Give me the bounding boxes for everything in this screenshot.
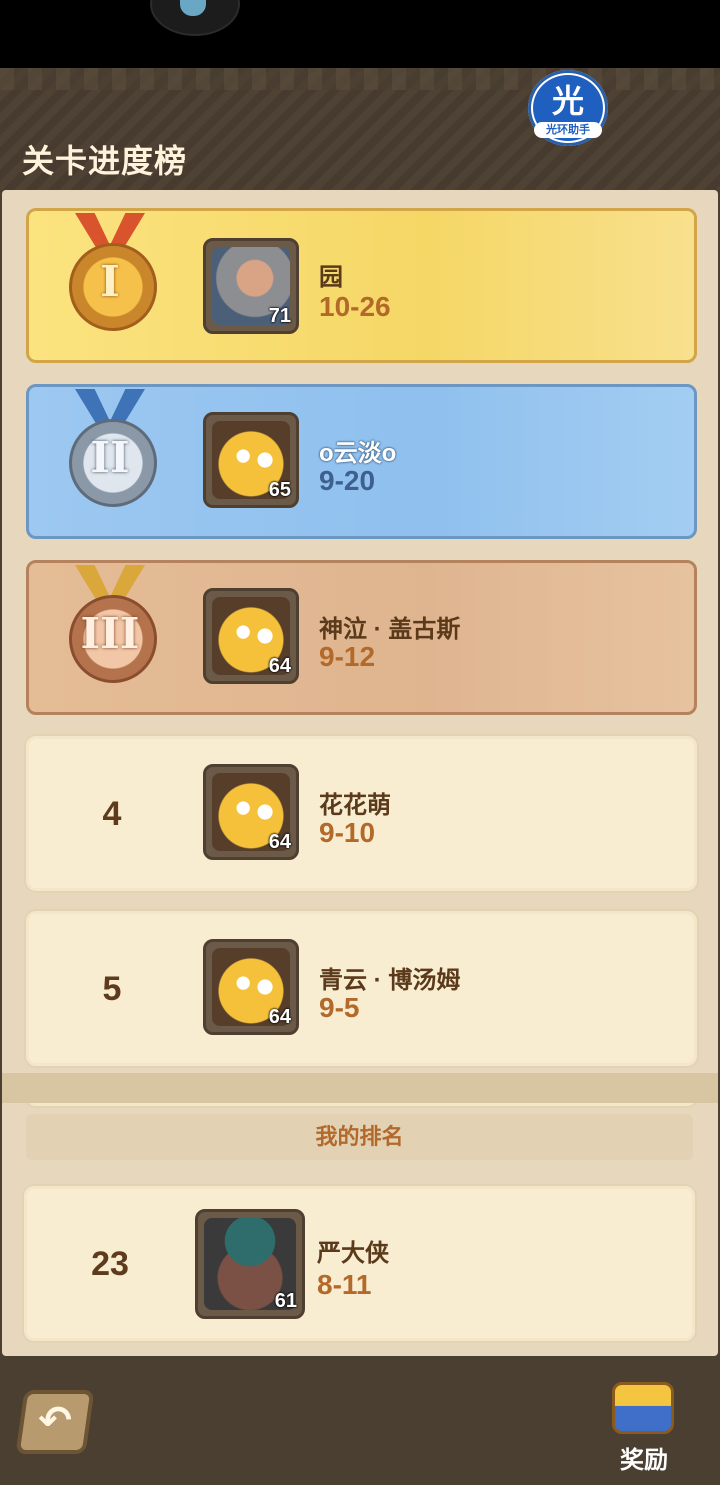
my-avatar[interactable]: 61 bbox=[195, 1209, 305, 1319]
silver-medal-icon: II bbox=[51, 389, 169, 529]
my-rank-header: 我的排名 bbox=[26, 1114, 693, 1160]
player-name: 青云 · 博汤姆 bbox=[319, 967, 461, 994]
player-stage: 9-12 bbox=[319, 641, 376, 672]
gold-medal-icon: I bbox=[51, 213, 169, 353]
leaderboard-row-5[interactable]: 5 64 青云 · 博汤姆 9-5 bbox=[26, 911, 697, 1066]
top-bar bbox=[0, 0, 720, 68]
player-name: 花花萌 bbox=[319, 792, 391, 819]
back-button[interactable]: ↶ bbox=[15, 1390, 95, 1454]
rank-number: 5 bbox=[102, 970, 122, 1008]
player-avatar[interactable]: 64 bbox=[203, 939, 299, 1035]
player-avatar[interactable]: 71 bbox=[203, 238, 299, 334]
player-name: o云淡o bbox=[319, 440, 397, 467]
bronze-medal-icon: III bbox=[51, 565, 169, 705]
page-title: 关卡进度榜 bbox=[22, 143, 188, 179]
my-level: 61 bbox=[274, 1290, 297, 1312]
leaderboard-row-3[interactable]: III 64 神泣 · 盖古斯 9-12 bbox=[26, 560, 697, 715]
bottom-bar: ↶ 奖励 bbox=[0, 1370, 720, 1485]
my-rank-row[interactable]: 23 61 严大侠 8-11 bbox=[24, 1186, 695, 1341]
rank-number: 4 bbox=[102, 795, 122, 833]
section-divider bbox=[2, 1073, 718, 1103]
player-avatar[interactable]: 64 bbox=[203, 764, 299, 860]
player-level: 65 bbox=[268, 479, 291, 501]
back-arrow-icon: ↶ bbox=[38, 1399, 72, 1443]
player-level: 64 bbox=[268, 1006, 291, 1028]
my-rank-number: 23 bbox=[91, 1245, 129, 1283]
player-level: 64 bbox=[268, 655, 291, 677]
player-level: 64 bbox=[268, 831, 291, 853]
leaderboard-row-4[interactable]: 4 64 花花萌 9-10 bbox=[26, 736, 697, 891]
player-avatar[interactable]: 65 bbox=[203, 412, 299, 508]
leaderboard-row-1[interactable]: I 71 园 10-26 bbox=[26, 208, 697, 363]
player-level: 71 bbox=[268, 305, 291, 327]
leaderboard-row-2[interactable]: II 65 o云淡o 9-20 bbox=[26, 384, 697, 539]
reward-button-label[interactable]: 奖励 bbox=[612, 1440, 676, 1475]
player-stage: 10-26 bbox=[319, 291, 391, 322]
player-avatar[interactable]: 64 bbox=[203, 588, 299, 684]
player-stage: 9-20 bbox=[319, 465, 376, 496]
treasure-chest-icon[interactable] bbox=[612, 1382, 674, 1434]
leaderboard-panel: 关卡进度榜 光 光环助手 I 71 园 10-26 II 65 o云淡o 9-2… bbox=[0, 68, 720, 1370]
my-stage: 8-11 bbox=[317, 1269, 372, 1300]
app-icon[interactable] bbox=[150, 0, 240, 36]
player-stage: 9-5 bbox=[319, 992, 360, 1023]
leaderboard-list[interactable]: I 71 园 10-26 II 65 o云淡o 9-20 III 64 神泣 ·… bbox=[2, 190, 718, 1356]
player-name: 神泣 · 盖古斯 bbox=[319, 616, 461, 643]
player-name: 园 bbox=[319, 264, 343, 291]
player-stage: 9-10 bbox=[319, 817, 376, 848]
halo-assistant-badge[interactable]: 光 光环助手 bbox=[528, 70, 608, 146]
my-name: 严大侠 bbox=[317, 1240, 389, 1267]
